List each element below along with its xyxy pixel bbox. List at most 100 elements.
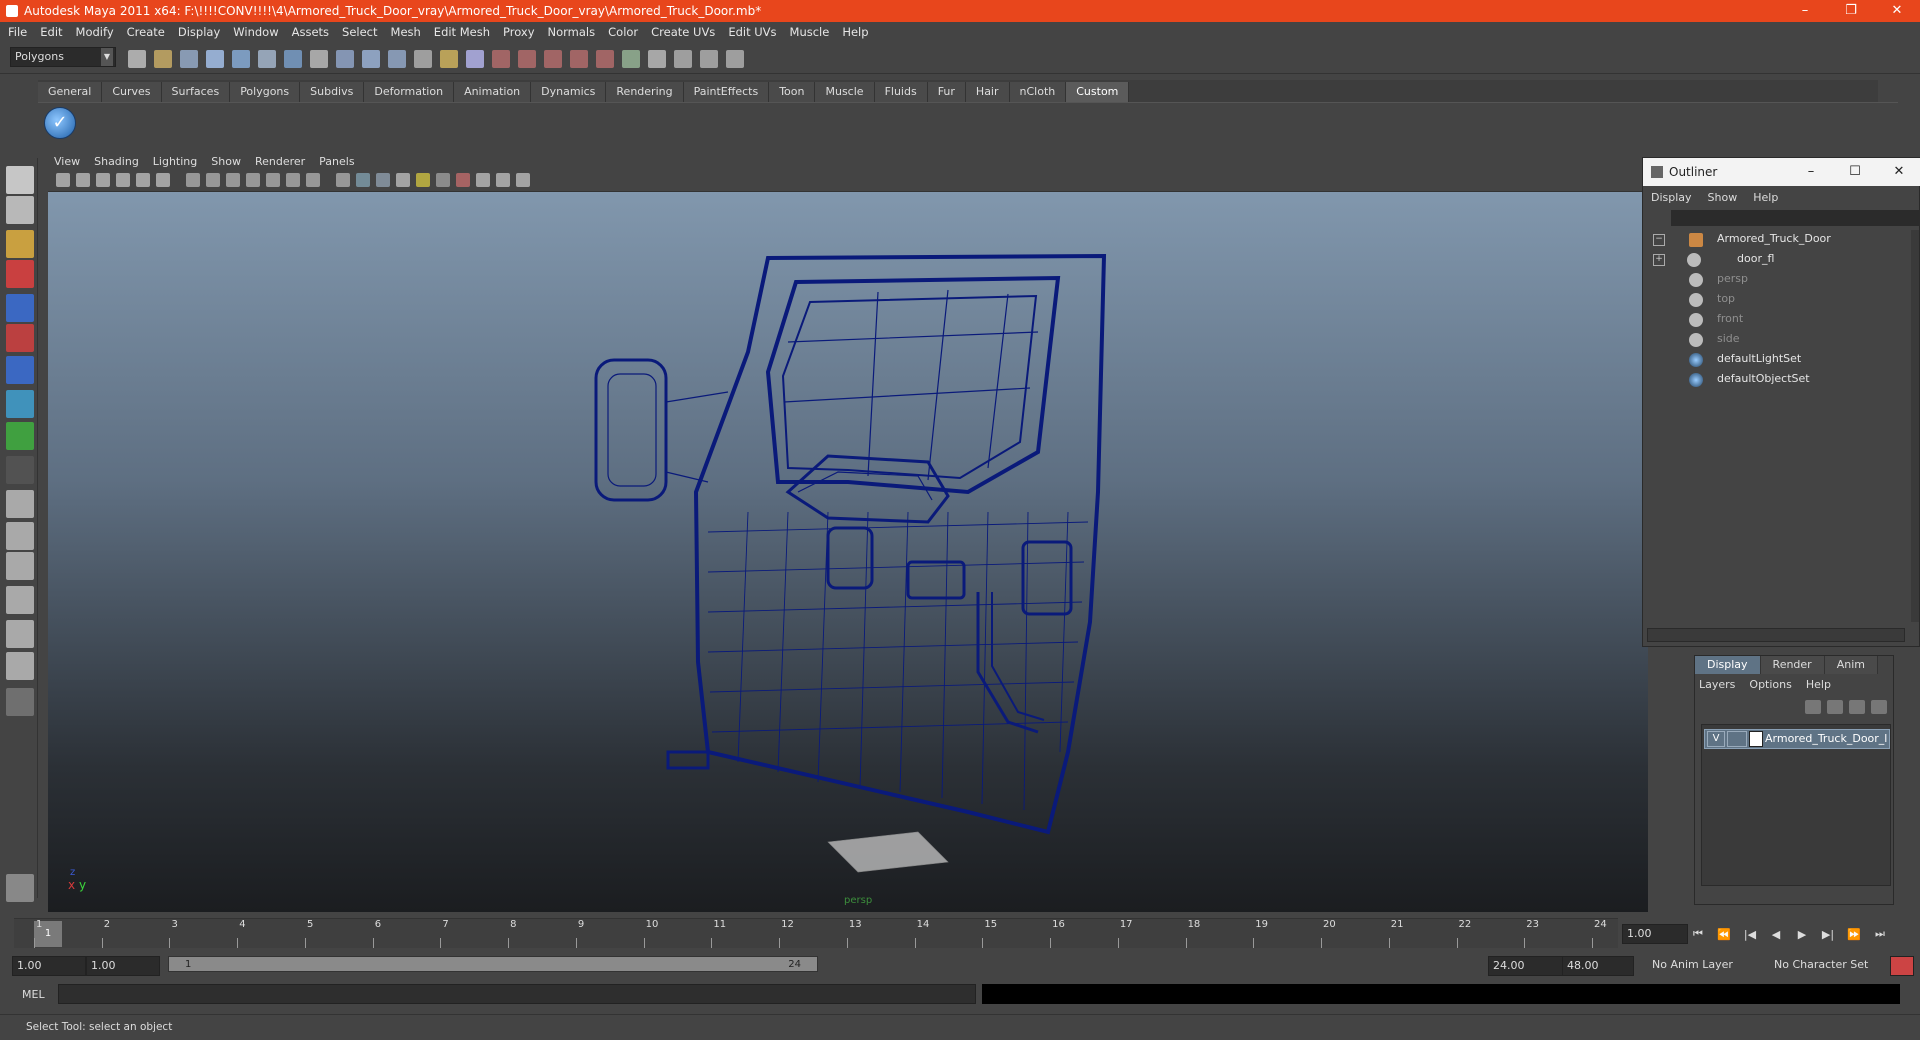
viewport-menu-show[interactable]: Show: [211, 155, 241, 168]
outliner-maximize-button[interactable]: ☐: [1833, 158, 1877, 186]
hypershade-layout-icon[interactable]: [6, 620, 34, 648]
outliner-menu-display[interactable]: Display: [1651, 191, 1692, 204]
time-slider[interactable]: 1 1 2 3 4 5 6 7 8 9 10 11 12 13 14 15 16 17 18 19 20 21 22 23 2…: [14, 918, 1618, 948]
move-layer-up-icon[interactable]: [1849, 700, 1865, 714]
menu-edit[interactable]: Edit: [40, 25, 62, 39]
ipr-render-icon[interactable]: [518, 50, 536, 68]
safe-action-icon[interactable]: [286, 173, 300, 187]
render-frame-icon[interactable]: [492, 50, 510, 68]
layer-editor-icon[interactable]: [726, 50, 744, 68]
select-object-icon[interactable]: [232, 50, 250, 68]
select-camera-icon[interactable]: [56, 173, 70, 187]
shelf-tab-general[interactable]: General: [38, 82, 103, 102]
range-slider[interactable]: 1 24: [168, 956, 818, 972]
layer-tab-render[interactable]: Render: [1760, 656, 1825, 674]
expand-icon[interactable]: +: [1653, 254, 1665, 266]
perspective-viewport[interactable]: z x y persp: [48, 192, 1648, 912]
menu-create-uvs[interactable]: Create UVs: [651, 25, 715, 39]
history-icon[interactable]: [440, 50, 458, 68]
four-pane-layout-icon[interactable]: [6, 522, 34, 550]
move-layer-down-icon[interactable]: [1871, 700, 1887, 714]
wireframe-on-shaded-icon[interactable]: [376, 173, 390, 187]
use-all-lights-icon[interactable]: [416, 173, 430, 187]
shelf-tab-hair[interactable]: Hair: [965, 82, 1010, 102]
open-scene-icon[interactable]: [154, 50, 172, 68]
menu-assets[interactable]: Assets: [292, 25, 329, 39]
input-ops-icon[interactable]: [466, 50, 484, 68]
layer-type-toggle[interactable]: [1727, 731, 1747, 747]
outliner-item-armored-truck-door[interactable]: − Armored_Truck_Door: [1645, 230, 1911, 250]
shelf-tab-toon[interactable]: Toon: [769, 82, 816, 102]
sidebar-toggle-icon[interactable]: [622, 50, 640, 68]
single-pane-layout-icon[interactable]: [6, 490, 34, 518]
snap-grid-icon[interactable]: [284, 50, 302, 68]
sculpt-tool-icon[interactable]: [6, 260, 34, 288]
menu-create[interactable]: Create: [127, 25, 165, 39]
outliner-menu-help[interactable]: Help: [1753, 191, 1778, 204]
play-backward-icon[interactable]: ◀: [1768, 928, 1784, 941]
checkmark-icon[interactable]: ✓: [44, 107, 76, 139]
outliner-item-persp[interactable]: persp: [1645, 270, 1911, 290]
shelf-tab-painteffects[interactable]: PaintEffects: [683, 82, 770, 102]
move-tool-icon[interactable]: [6, 294, 34, 322]
soft-mod-icon[interactable]: [6, 422, 34, 450]
playback-start-field[interactable]: 1.00: [86, 956, 160, 976]
wireframe-icon[interactable]: [336, 173, 350, 187]
outliner-item-door-fl[interactable]: + door_fl: [1645, 250, 1911, 270]
viewport-menu-view[interactable]: View: [54, 155, 80, 168]
menu-color[interactable]: Color: [608, 25, 638, 39]
menu-set-dropdown[interactable]: Polygons ▼: [10, 47, 116, 67]
outliner-title-bar[interactable]: Outliner – ☐ ✕: [1643, 158, 1920, 186]
outliner-menu-show[interactable]: Show: [1708, 191, 1738, 204]
graph-layout-icon[interactable]: [6, 586, 34, 614]
isolate-select-icon[interactable]: [456, 173, 470, 187]
layer-tab-anim[interactable]: Anim: [1824, 656, 1878, 674]
field-chart-icon[interactable]: [266, 173, 280, 187]
menu-file[interactable]: File: [8, 25, 27, 39]
lasso-tool-icon[interactable]: [6, 196, 34, 224]
anim-layer-dropdown[interactable]: No Anim Layer: [1648, 956, 1764, 974]
last-tool-icon[interactable]: [6, 456, 34, 484]
select-component-icon[interactable]: [258, 50, 276, 68]
save-scene-icon[interactable]: [180, 50, 198, 68]
character-set-dropdown[interactable]: No Character Set: [1770, 956, 1884, 974]
xray-joints-icon[interactable]: [496, 173, 510, 187]
new-scene-icon[interactable]: [128, 50, 146, 68]
film-gate-icon[interactable]: [206, 173, 220, 187]
viewport-menu-lighting[interactable]: Lighting: [153, 155, 197, 168]
layer-menu-help[interactable]: Help: [1806, 678, 1831, 691]
quick-layout-icon[interactable]: [6, 688, 34, 716]
camera-attributes-icon[interactable]: [76, 173, 90, 187]
layer-color-swatch[interactable]: [1749, 731, 1763, 747]
grease-pencil-icon[interactable]: [156, 173, 170, 187]
viewport-menu-renderer[interactable]: Renderer: [255, 155, 305, 168]
layer-name[interactable]: Armored_Truck_Door_lay: [1765, 730, 1887, 748]
layer-tab-display[interactable]: Display: [1695, 656, 1761, 674]
menu-edit-uvs[interactable]: Edit UVs: [728, 25, 776, 39]
outliner-item-side[interactable]: side: [1645, 330, 1911, 350]
minimize-button[interactable]: –: [1782, 0, 1828, 22]
shelf-tab-curves[interactable]: Curves: [102, 82, 162, 102]
snap-surface-icon[interactable]: [388, 50, 406, 68]
shelf-tab-custom[interactable]: Custom: [1066, 82, 1130, 102]
image-plane-icon[interactable]: [116, 173, 130, 187]
shelf-tab-fluids[interactable]: Fluids: [874, 82, 928, 102]
playback-end-field[interactable]: 24.00: [1488, 956, 1564, 976]
layer-row[interactable]: V Armored_Truck_Door_lay: [1704, 729, 1890, 749]
rotate-tool-icon[interactable]: [6, 324, 34, 352]
step-back-key-icon[interactable]: |◀: [1742, 928, 1758, 941]
outliner-vertical-scrollbar[interactable]: [1911, 230, 1919, 622]
step-forward-icon[interactable]: ⏩: [1846, 928, 1862, 941]
outliner-layout-icon[interactable]: [6, 552, 34, 580]
bookmark-icon[interactable]: [96, 173, 110, 187]
go-to-start-icon[interactable]: ⏮: [1690, 927, 1706, 941]
channel-box-icon[interactable]: [700, 50, 718, 68]
shelf-tab-fur[interactable]: Fur: [927, 82, 966, 102]
shelf-tab-deformation[interactable]: Deformation: [364, 82, 455, 102]
mel-label[interactable]: MEL: [22, 984, 45, 1006]
tool-settings-icon[interactable]: [674, 50, 692, 68]
menu-normals[interactable]: Normals: [548, 25, 596, 39]
hud-icon[interactable]: [516, 173, 530, 187]
smooth-shade-icon[interactable]: [356, 173, 370, 187]
gate-mask-icon[interactable]: [246, 173, 260, 187]
